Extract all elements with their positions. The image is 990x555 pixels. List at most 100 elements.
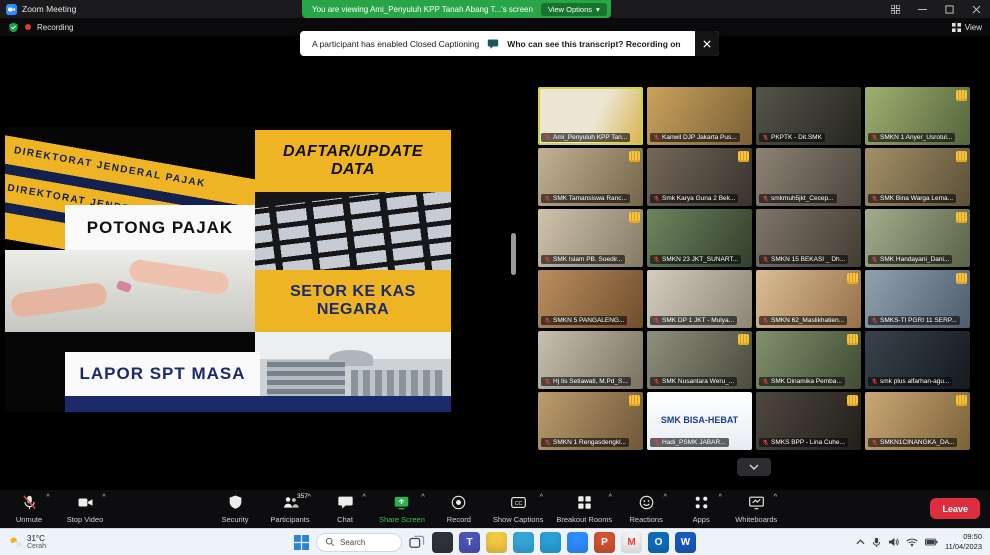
participant-tile-21[interactable]: SMKN 1 Rengasdengkl... — [538, 392, 643, 450]
caret-icon[interactable]: ^ — [774, 493, 778, 500]
start-button[interactable] — [294, 535, 309, 550]
stop-video-button[interactable]: ^Stop Video — [64, 490, 106, 528]
caret-icon[interactable]: ^ — [608, 493, 612, 500]
breakout-rooms-button[interactable]: ^Breakout Rooms — [556, 490, 612, 528]
grid-collapse-button[interactable] — [737, 458, 771, 476]
chevron-down-icon — [749, 464, 759, 470]
unmute-button[interactable]: ^Unmute — [8, 490, 50, 528]
wifi-icon[interactable] — [906, 538, 918, 547]
zoom-icon[interactable] — [567, 532, 588, 553]
share-screen-button[interactable]: ^Share Screen — [379, 490, 425, 528]
participant-name: Kanwil DJP Jakarta Pus... — [662, 134, 737, 141]
participant-tile-7[interactable]: smkmuh5jkt_Cecep... — [756, 148, 861, 206]
raised-hand-icon — [847, 395, 858, 406]
apps-button[interactable]: ^Apps — [680, 490, 722, 528]
clock-widget[interactable]: 09:50 11/04/2023 — [945, 532, 982, 552]
edge-icon[interactable] — [513, 532, 534, 553]
participant-name: SMKN1CINANGKA_DA... — [880, 439, 954, 446]
participant-name: SMKN 1 Rengasdengkl... — [553, 439, 626, 446]
caret-icon[interactable]: ^ — [362, 493, 366, 500]
participant-tile-9[interactable]: SMK Islam PB. Soedir... — [538, 209, 643, 267]
layout-grid-icon[interactable] — [882, 0, 909, 18]
participant-tile-20[interactable]: smk plus alfarhan-agu... — [865, 331, 970, 389]
caret-icon[interactable]: ^ — [421, 493, 425, 500]
participant-name: Hadi_PSMK JABAR... — [662, 439, 726, 446]
chat-button[interactable]: ^Chat — [324, 490, 366, 528]
participant-name: SMKN 62_Maslikhatien... — [771, 317, 844, 324]
participant-tile-24[interactable]: SMKN1CINANGKA_DA... — [865, 392, 970, 450]
participant-tile-19[interactable]: SMK Dinamika Pemba... — [756, 331, 861, 389]
participant-name: smkmuh5jkt_Cecep... — [771, 195, 834, 202]
participant-tile-11[interactable]: SMKN 15 BEKASI _ Dh... — [756, 209, 861, 267]
participant-tile-5[interactable]: SMK Tamansiswa Ranc... — [538, 148, 643, 206]
close-button[interactable] — [963, 0, 990, 18]
caret-icon[interactable]: ^ — [718, 493, 722, 500]
toast-close-button[interactable] — [695, 31, 719, 56]
muted-mic-icon — [871, 378, 878, 385]
transcript-icon — [487, 38, 499, 50]
whiteboards-button[interactable]: ^Whiteboards — [735, 490, 777, 528]
leave-button[interactable]: Leave — [930, 498, 980, 519]
show-captions-icon: CC — [510, 494, 527, 514]
security-button[interactable]: Security — [214, 490, 256, 528]
system-tray: 09:50 11/04/2023 — [856, 532, 982, 552]
caret-icon[interactable]: ^ — [102, 493, 106, 500]
participant-tile-1[interactable]: Ami_Penyuluh KPP Tan... — [538, 87, 643, 145]
participant-tile-8[interactable]: SMK Bina Warga Lema... — [865, 148, 970, 206]
file-explorer-icon[interactable] — [486, 532, 507, 553]
battery-icon[interactable] — [925, 538, 938, 546]
participant-tile-22[interactable]: SMK BISA-HEBATHadi_PSMK JABAR... — [647, 392, 752, 450]
security-label: Security — [221, 515, 248, 524]
minimize-button[interactable] — [909, 0, 936, 18]
participant-tile-4[interactable]: SMKN 1 Anyer_Usrotul... — [865, 87, 970, 145]
show-captions-button[interactable]: CC^Show Captions — [493, 490, 543, 528]
participant-tile-14[interactable]: SMK DP 1 JKT - Mulya... — [647, 270, 752, 328]
daftar-line2: DATA — [331, 161, 375, 179]
taskbar-app-icons: T PMOW — [432, 532, 696, 553]
clock-date: 11/04/2023 — [945, 542, 982, 552]
participant-tile-16[interactable]: SMKS-TI PGRI 11 SERP... — [865, 270, 970, 328]
participant-tile-18[interactable]: SMK Nusantara Weru_... — [647, 331, 752, 389]
view-options-label: View Options — [548, 5, 592, 14]
caret-icon[interactable]: ^ — [46, 493, 50, 500]
participant-tile-23[interactable]: SMKS BPP - Lina Cuhe... — [756, 392, 861, 450]
participants-button[interactable]: ^357Participants — [269, 490, 311, 528]
word-icon[interactable]: W — [675, 532, 696, 553]
participant-tile-2[interactable]: Kanwil DJP Jakarta Pus... — [647, 87, 752, 145]
hidden-icons-chevron[interactable] — [856, 539, 865, 545]
maximize-button[interactable] — [936, 0, 963, 18]
participant-tile-10[interactable]: SMKN 23 JKT_SUNART... — [647, 209, 752, 267]
recording-label: Recording — [37, 23, 73, 32]
participant-tile-6[interactable]: Smk Karya Guna 2 Bek... — [647, 148, 752, 206]
record-button[interactable]: Record — [438, 490, 480, 528]
transcript-question-text[interactable]: Who can see this transcript? Recording o… — [507, 39, 680, 49]
participant-tile-12[interactable]: SMK Handayani_Dani... — [865, 209, 970, 267]
participant-tile-17[interactable]: Hj Iis Setiawati, M.Pd_S... — [538, 331, 643, 389]
volume-icon[interactable] — [888, 537, 899, 547]
mic-tray-icon[interactable] — [872, 537, 881, 548]
participant-tile-13[interactable]: SMKN 5 PANGALENG... — [538, 270, 643, 328]
encryption-shield-icon[interactable] — [8, 22, 19, 33]
muted-mic-icon — [871, 195, 878, 202]
task-view-button[interactable] — [409, 535, 425, 549]
weather-widget[interactable]: 31°C Cerah — [8, 534, 46, 550]
shared-screen-scrollbar[interactable] — [511, 233, 516, 275]
gmail-icon[interactable]: M — [621, 532, 642, 553]
raised-hand-icon — [847, 334, 858, 345]
muted-mic-icon — [871, 134, 878, 141]
view-button[interactable]: View — [952, 23, 982, 32]
reactions-button[interactable]: ^Reactions — [625, 490, 667, 528]
muted-mic-icon — [653, 195, 660, 202]
powerpoint-icon[interactable]: P — [594, 532, 615, 553]
search-input[interactable]: Search — [316, 533, 402, 552]
muted-mic-icon — [653, 378, 660, 385]
outlook-icon[interactable]: O — [648, 532, 669, 553]
snipping-tool-icon[interactable] — [432, 532, 453, 553]
participant-tile-15[interactable]: SMKN 62_Maslikhatien... — [756, 270, 861, 328]
telegram-icon[interactable] — [540, 532, 561, 553]
teams-icon[interactable]: T — [459, 532, 480, 553]
view-options-button[interactable]: View Options▾ — [541, 3, 607, 16]
caret-icon[interactable]: ^ — [540, 493, 544, 500]
caret-icon[interactable]: ^ — [663, 493, 667, 500]
participant-tile-3[interactable]: PKPTK - Dit.SMK — [756, 87, 861, 145]
